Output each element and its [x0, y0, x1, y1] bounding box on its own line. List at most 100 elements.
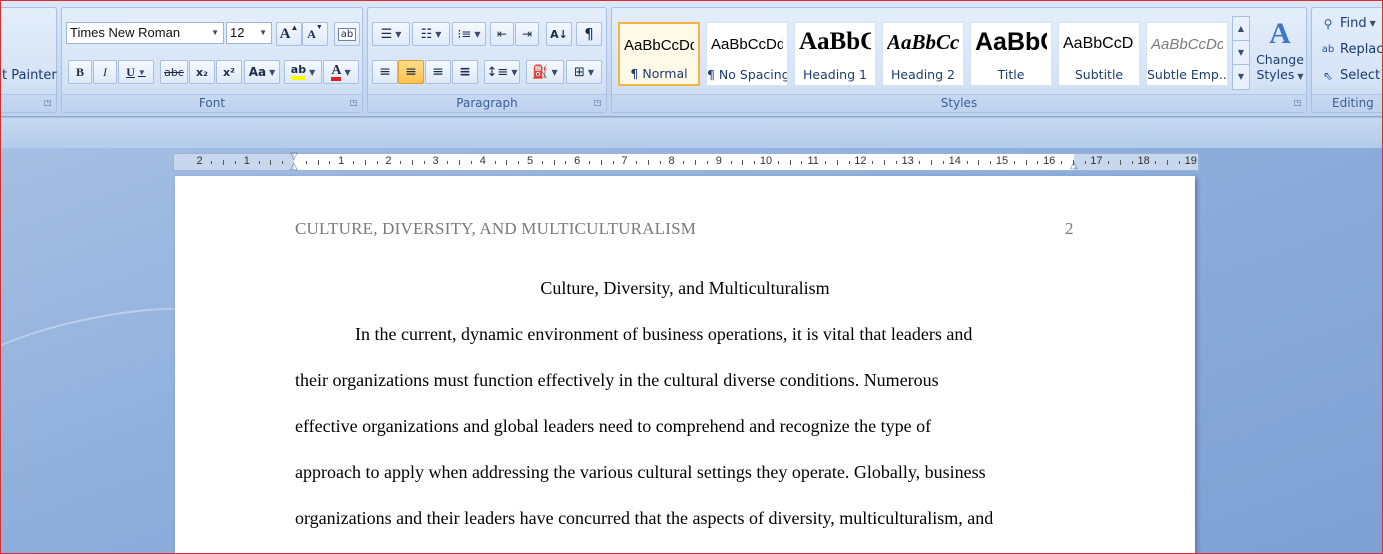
- change-styles-button[interactable]: A Change Styles ▼: [1254, 14, 1306, 94]
- paragraph-launcher-icon[interactable]: ◳: [592, 98, 603, 109]
- ruler-left-margin: [174, 154, 294, 170]
- style-heading-1[interactable]: AaBbC Heading 1: [794, 22, 876, 86]
- ruler-tick: [506, 160, 508, 165]
- font-group-label: Font: [62, 94, 362, 112]
- align-left-button[interactable]: ≡: [372, 60, 398, 84]
- hanging-indent-marker[interactable]: △: [290, 161, 298, 172]
- sort-button[interactable]: A↓: [546, 22, 572, 46]
- ruler-tick: [695, 160, 697, 165]
- ruler-tick: [730, 161, 732, 164]
- chevron-down-icon: ▼: [137, 67, 146, 77]
- ruler-tick: [919, 161, 921, 164]
- ruler-tick: [742, 160, 744, 165]
- change-styles-label-2: Styles ▼: [1254, 67, 1306, 84]
- multilevel-list-button[interactable]: ⁝≡ ▼: [452, 22, 486, 46]
- paragraph-line: In the current, dynamic environment of b…: [355, 324, 973, 344]
- chevron-down-icon[interactable]: ▼: [1233, 41, 1249, 65]
- paragraph-line: organizations and their leaders have con…: [295, 508, 994, 528]
- strikethrough-button[interactable]: abc: [160, 60, 188, 84]
- bold-button[interactable]: B: [68, 60, 92, 84]
- increase-indent-button[interactable]: ⇥: [515, 22, 539, 46]
- ruler-tick: [223, 160, 225, 165]
- change-case-button[interactable]: Aa ▼: [244, 60, 280, 84]
- font-color-button[interactable]: A ▼: [323, 60, 359, 84]
- find-button[interactable]: ⚲ Find ▼: [1320, 16, 1376, 31]
- superscript-button[interactable]: x²: [216, 60, 242, 84]
- highlighter-icon: ab: [290, 64, 307, 80]
- style-no-spacing[interactable]: AaBbCcDd ¶ No Spacing: [706, 22, 788, 86]
- sort-icon: A↓: [550, 27, 568, 41]
- chevron-down-icon: ▼: [211, 28, 219, 37]
- bullets-button[interactable]: ☰ ▼: [372, 22, 410, 46]
- ruler-tick: [683, 161, 685, 164]
- word-window: t Painter ◳ Times New Roman ▼ 12 ▼ A ▲ A ▼…: [0, 0, 1383, 554]
- ruler-tick: [1155, 161, 1157, 164]
- document-title: Culture, Diversity, and Multiculturalism: [540, 278, 830, 298]
- replace-button[interactable]: ab Replace: [1320, 42, 1382, 57]
- font-size-combo[interactable]: 12 ▼: [226, 22, 272, 44]
- ruler-tick: [789, 160, 791, 165]
- ruler-tick: [282, 161, 284, 164]
- underline-button[interactable]: U ▼: [118, 60, 154, 84]
- clear-formatting-button[interactable]: ab: [334, 22, 360, 46]
- ruler-tick: [494, 161, 496, 164]
- grow-font-icon: A: [279, 25, 291, 42]
- select-button[interactable]: ⇖ Select▼: [1320, 68, 1382, 83]
- style-subtle-emphasis[interactable]: AaBbCcDd Subtle Emp...: [1146, 22, 1228, 86]
- underline-icon: U: [126, 64, 135, 79]
- borders-icon: ⊞: [573, 64, 585, 80]
- ruler-tick: [1108, 161, 1110, 164]
- align-right-button[interactable]: ≡: [425, 60, 451, 84]
- ruler-number: 12: [854, 155, 867, 167]
- font-name-combo[interactable]: Times New Roman ▼: [66, 22, 224, 44]
- borders-button[interactable]: ⊞ ▼: [566, 60, 602, 84]
- ruler-tick: [1084, 161, 1086, 164]
- ruler-tick: [364, 160, 366, 165]
- horizontal-ruler[interactable]: 2 1 1 2 3 4 5 6 7 8 9 10 11 12 13 14 15 16 17 18 19 ▽ △ △: [173, 151, 1199, 172]
- numbering-button[interactable]: ☷ ▼: [412, 22, 450, 46]
- ruler-tick: [459, 160, 461, 165]
- change-styles-label-text: Styles: [1256, 67, 1295, 82]
- style-name: ¶ No Spacing: [707, 67, 787, 82]
- page-number: 2: [1065, 219, 1074, 238]
- ruler-tick: [329, 161, 331, 164]
- italic-button[interactable]: I: [93, 60, 117, 84]
- chevron-down-icon: ▼: [259, 28, 267, 37]
- font-launcher-icon[interactable]: ◳: [348, 98, 359, 109]
- font-name-value: Times New Roman: [70, 25, 181, 40]
- styles-launcher-icon[interactable]: ◳: [1292, 98, 1303, 109]
- subscript-button[interactable]: x₂: [189, 60, 215, 84]
- more-styles-icon[interactable]: ▼: [1233, 65, 1249, 89]
- highlight-button[interactable]: ab ▼: [284, 60, 322, 84]
- ruler-tick: [1061, 161, 1062, 164]
- grow-font-button[interactable]: A ▲: [276, 22, 302, 46]
- format-painter-button[interactable]: t Painter: [2, 68, 57, 83]
- chevron-down-icon: ▼: [1369, 19, 1376, 28]
- ruler-tick: [553, 160, 555, 165]
- change-styles-label: Change: [1256, 52, 1304, 67]
- shading-button[interactable]: ⛽ ▼: [526, 60, 564, 84]
- ruler-tick: [423, 161, 425, 164]
- chevron-up-icon[interactable]: ▲: [1233, 17, 1249, 41]
- document-page[interactable]: CULTURE, DIVERSITY, AND MULTICULTURALISM…: [175, 176, 1195, 553]
- ruler-tick: [258, 161, 260, 164]
- justify-button[interactable]: ≡: [452, 60, 478, 84]
- show-formatting-button[interactable]: ¶: [576, 22, 602, 46]
- align-center-button[interactable]: ≡: [398, 60, 424, 84]
- decrease-indent-button[interactable]: ⇤: [490, 22, 514, 46]
- style-title[interactable]: AaBbC Title: [970, 22, 1052, 86]
- ruler-tick: [943, 161, 944, 164]
- chevron-down-icon: ▼: [551, 67, 558, 77]
- ruler-tick: [400, 161, 402, 164]
- style-heading-2[interactable]: AaBbCc Heading 2: [882, 22, 964, 86]
- ruler-tick: [270, 160, 272, 165]
- style-subtitle[interactable]: AaBbCcD Subtitle: [1058, 22, 1140, 86]
- shrink-font-button[interactable]: A ▼: [302, 22, 328, 46]
- line-spacing-button[interactable]: ↕≡ ▼: [484, 60, 520, 84]
- right-indent-marker[interactable]: △: [1070, 160, 1078, 171]
- style-normal[interactable]: AaBbCcDd ¶ Normal: [618, 22, 700, 86]
- clipboard-launcher-icon[interactable]: ◳: [42, 98, 53, 109]
- binoculars-icon: ⚲: [1323, 16, 1333, 31]
- style-sample: AaBbCcDd: [624, 37, 694, 54]
- paragraph-group: ☰ ▼ ☷ ▼ ⁝≡ ▼ ⇤ ⇥ A↓ ¶ ≡ ≡ ≡ ≡ ↕≡ ▼ ⛽ ▼ ⊞…: [367, 7, 607, 113]
